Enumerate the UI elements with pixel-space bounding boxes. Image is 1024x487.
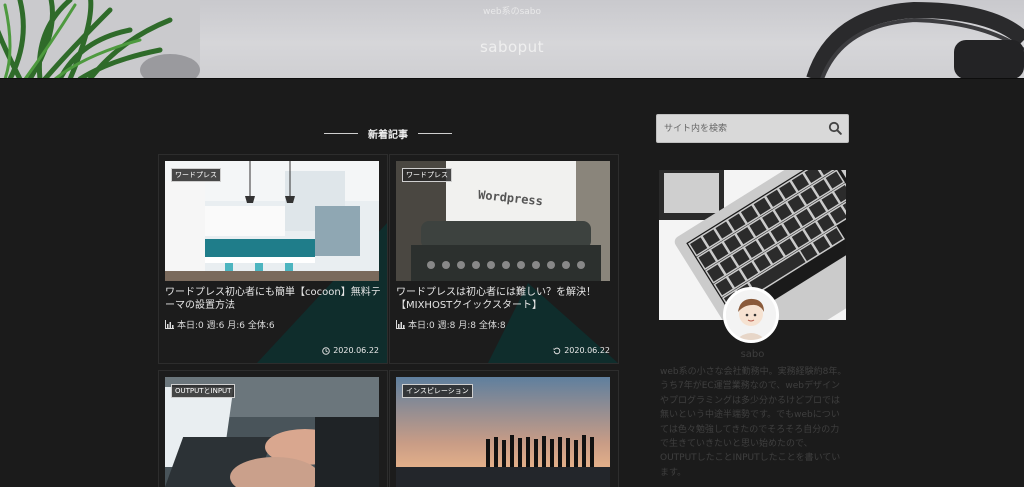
site-header: web系のsabo saboput — [0, 0, 1024, 79]
clock-icon — [322, 346, 330, 355]
article-card[interactable]: Wordpress ワードプレス ワードプレスは初心者には難しい？を解決！【MI… — [389, 154, 619, 364]
pageview-stats: 本日:0 週:8 月:8 全体:8 — [396, 318, 506, 331]
post-date: 2020.06.22 — [322, 346, 379, 355]
bar-chart-icon — [165, 320, 174, 329]
section-title-text: 新着記事 — [368, 129, 408, 141]
profile-description: web系の小さな会社勤務中。実務経験約8年。うち7年がEC運営業務なので、web… — [660, 367, 847, 478]
article-card[interactable]: ワードプレス ワードプレス初心者にも簡単【cocoon】無料テーマの設置方法 本… — [158, 154, 388, 364]
date-text: 2020.06.22 — [333, 346, 379, 355]
pageview-stats: 本日:0 週:6 月:6 全体:6 — [165, 318, 275, 331]
site-logo[interactable]: saboput — [0, 38, 1024, 56]
category-label[interactable]: インスピレーション — [402, 384, 473, 398]
avatar[interactable] — [723, 287, 779, 343]
stats-text: 本日:0 週:6 月:6 全体:6 — [177, 321, 275, 331]
card-thumbnail[interactable]: ワードプレス — [165, 161, 379, 281]
category-label[interactable]: ワードプレス — [402, 168, 452, 182]
update-icon — [553, 347, 561, 354]
search-input[interactable] — [657, 115, 822, 142]
title-line-left — [324, 132, 358, 134]
section-title: 新着記事 — [324, 126, 452, 141]
stats-text: 本日:0 週:8 月:8 全体:8 — [408, 321, 506, 331]
article-card[interactable]: インスピレーション — [389, 370, 619, 487]
card-thumbnail[interactable]: インスピレーション — [396, 377, 610, 487]
post-date: 2020.06.22 — [553, 346, 610, 355]
category-label[interactable]: ワードプレス — [171, 168, 221, 182]
category-label[interactable]: OUTPUTとINPUT — [171, 384, 236, 398]
date-text: 2020.06.22 — [564, 346, 610, 355]
card-title[interactable]: ワードプレスは初心者には難しい？を解決！【MIXHOSTクイックスタート】 — [396, 286, 612, 312]
site-tagline: web系のsabo — [482, 7, 542, 17]
card-thumbnail[interactable]: OUTPUTとINPUT — [165, 377, 379, 487]
card-thumbnail[interactable]: Wordpress ワードプレス — [396, 161, 610, 281]
search-icon[interactable] — [828, 121, 842, 135]
article-card[interactable]: OUTPUTとINPUT — [158, 370, 388, 487]
title-line-right — [418, 132, 452, 134]
card-title[interactable]: ワードプレス初心者にも簡単【cocoon】無料テーマの設置方法 — [165, 286, 381, 312]
bar-chart-icon — [396, 320, 405, 329]
profile-name: sabo — [740, 349, 765, 360]
search-box — [656, 114, 849, 143]
avatar-illustration — [726, 290, 776, 340]
